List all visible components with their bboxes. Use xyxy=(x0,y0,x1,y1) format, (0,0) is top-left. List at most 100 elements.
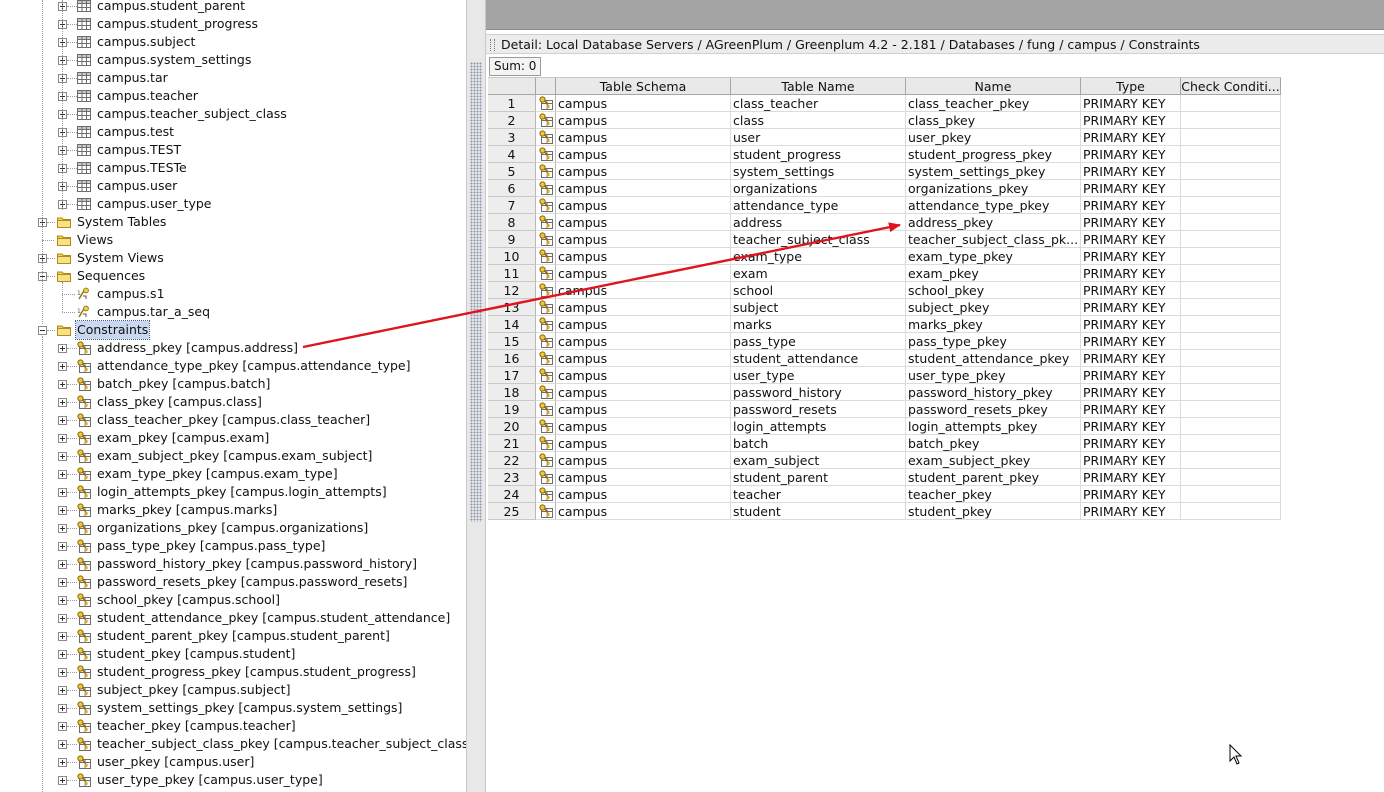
table-cell[interactable]: PRIMARY KEY xyxy=(1081,197,1181,214)
expand-toggle[interactable] xyxy=(58,560,67,569)
tree-item-sequence[interactable]: 1 campus.tar_a_seq xyxy=(76,303,211,321)
table-cell[interactable]: user xyxy=(731,129,906,146)
table-cell[interactable]: PRIMARY KEY xyxy=(1081,146,1181,163)
table-cell[interactable]: PRIMARY KEY xyxy=(1081,163,1181,180)
table-cell[interactable]: campus xyxy=(556,452,731,469)
table-cell[interactable]: school_pkey xyxy=(906,282,1081,299)
tree-item-table[interactable]: campus.TESTe xyxy=(76,159,188,177)
table-cell[interactable]: PRIMARY KEY xyxy=(1081,384,1181,401)
table-cell[interactable]: campus xyxy=(556,401,731,418)
column-header[interactable]: Table Name xyxy=(731,77,906,95)
toolbar-grip-icon[interactable] xyxy=(490,39,495,51)
table-cell[interactable]: login_attempts_pkey xyxy=(906,418,1081,435)
table-cell[interactable]: organizations xyxy=(731,180,906,197)
row-number[interactable]: 9 xyxy=(488,231,536,248)
table-cell[interactable] xyxy=(1181,350,1281,367)
row-number[interactable]: 5 xyxy=(488,163,536,180)
row-number[interactable]: 24 xyxy=(488,486,536,503)
table-cell[interactable]: campus xyxy=(556,282,731,299)
table-cell[interactable]: exam_type_pkey xyxy=(906,248,1081,265)
tree-item-table[interactable]: campus.student_progress xyxy=(76,15,259,33)
splitter-grip[interactable] xyxy=(470,62,482,522)
table-row[interactable]: 15 campus pass_type pass_type_pkey PRIMARY K… xyxy=(488,333,1281,350)
table-cell[interactable]: PRIMARY KEY xyxy=(1081,265,1181,282)
row-number[interactable]: 4 xyxy=(488,146,536,163)
folder-sequences[interactable]: Sequences xyxy=(56,267,146,285)
panel-splitter[interactable] xyxy=(466,0,486,792)
tree-item-constraint[interactable]: password_resets_pkey [campus.password_re… xyxy=(76,573,408,591)
table-cell[interactable]: campus xyxy=(556,469,731,486)
column-header[interactable]: Table Schema xyxy=(556,77,731,95)
table-cell[interactable]: campus xyxy=(556,435,731,452)
tree-item-sequence[interactable]: 1 campus.s1 xyxy=(76,285,166,303)
table-cell[interactable]: student xyxy=(731,503,906,520)
table-cell[interactable] xyxy=(1181,95,1281,112)
table-cell[interactable]: campus xyxy=(556,503,731,520)
table-cell[interactable]: user_type_pkey xyxy=(906,367,1081,384)
table-cell[interactable]: school xyxy=(731,282,906,299)
table-row[interactable]: 25 campus student student_pkey PRIMARY KEY xyxy=(488,503,1281,520)
tree-item-constraint[interactable]: pass_type_pkey [campus.pass_type] xyxy=(76,537,326,555)
table-cell[interactable]: PRIMARY KEY xyxy=(1081,486,1181,503)
tree-item-table[interactable]: campus.teacher xyxy=(76,87,199,105)
tree-item-constraint[interactable]: student_pkey [campus.student] xyxy=(76,645,296,663)
table-cell[interactable]: PRIMARY KEY xyxy=(1081,350,1181,367)
row-number[interactable]: 7 xyxy=(488,197,536,214)
table-cell[interactable]: campus xyxy=(556,486,731,503)
table-cell[interactable]: campus xyxy=(556,214,731,231)
table-cell[interactable]: address xyxy=(731,214,906,231)
expand-toggle[interactable] xyxy=(58,578,67,587)
tree-item-constraint[interactable]: user_type_pkey [campus.user_type] xyxy=(76,771,324,789)
row-number[interactable]: 23 xyxy=(488,469,536,486)
row-number[interactable]: 13 xyxy=(488,299,536,316)
expand-toggle[interactable] xyxy=(58,686,67,695)
table-cell[interactable]: campus xyxy=(556,95,731,112)
tree-item-table[interactable]: campus.student_parent xyxy=(76,0,246,15)
table-cell[interactable]: marks_pkey xyxy=(906,316,1081,333)
tree-item-constraint[interactable]: class_teacher_pkey [campus.class_teacher… xyxy=(76,411,371,429)
tree-item-constraint[interactable]: exam_pkey [campus.exam] xyxy=(76,429,270,447)
table-cell[interactable] xyxy=(1181,418,1281,435)
table-cell[interactable]: campus xyxy=(556,112,731,129)
tree-item-constraint[interactable]: school_pkey [campus.school] xyxy=(76,591,281,609)
table-cell[interactable]: attendance_type xyxy=(731,197,906,214)
table-cell[interactable]: PRIMARY KEY xyxy=(1081,129,1181,146)
row-number[interactable]: 8 xyxy=(488,214,536,231)
table-row[interactable]: 2 campus class class_pkey PRIMARY KEY xyxy=(488,112,1281,129)
table-cell[interactable]: campus xyxy=(556,350,731,367)
table-cell[interactable] xyxy=(1181,299,1281,316)
table-row[interactable]: 10 campus exam_type exam_type_pkey PRIMARY K… xyxy=(488,248,1281,265)
expand-toggle[interactable] xyxy=(58,650,67,659)
table-cell[interactable] xyxy=(1181,163,1281,180)
tree-item-constraint[interactable]: subject_pkey [campus.subject] xyxy=(76,681,291,699)
table-cell[interactable]: PRIMARY KEY xyxy=(1081,299,1181,316)
expand-toggle[interactable] xyxy=(58,506,67,515)
tree-item-constraint[interactable]: organizations_pkey [campus.organizations… xyxy=(76,519,369,537)
collapse-toggle[interactable] xyxy=(38,326,47,335)
table-row[interactable]: 17 campus user_type user_type_pkey PRIMARY K… xyxy=(488,367,1281,384)
tree-item-table[interactable]: campus.teacher_subject_class xyxy=(76,105,288,123)
table-row[interactable]: 24 campus teacher teacher_pkey PRIMARY KEY xyxy=(488,486,1281,503)
row-number-header[interactable] xyxy=(488,77,536,95)
table-row[interactable]: 14 campus marks marks_pkey PRIMARY KEY xyxy=(488,316,1281,333)
table-cell[interactable]: student_parent xyxy=(731,469,906,486)
table-row[interactable]: 21 campus batch batch_pkey PRIMARY KEY xyxy=(488,435,1281,452)
table-cell[interactable]: campus xyxy=(556,231,731,248)
table-cell[interactable] xyxy=(1181,248,1281,265)
row-number[interactable]: 20 xyxy=(488,418,536,435)
table-row[interactable]: 23 campus student_parent student_parent_pke… xyxy=(488,469,1281,486)
table-cell[interactable]: PRIMARY KEY xyxy=(1081,180,1181,197)
table-cell[interactable]: campus xyxy=(556,248,731,265)
table-row[interactable]: 5 campus system_settings system_settings_pk… xyxy=(488,163,1281,180)
table-row[interactable]: 19 campus password_resets password_resets_p… xyxy=(488,401,1281,418)
table-cell[interactable]: PRIMARY KEY xyxy=(1081,469,1181,486)
table-row[interactable]: 22 campus exam_subject exam_subject_pkey PRI… xyxy=(488,452,1281,469)
expand-toggle[interactable] xyxy=(58,344,67,353)
icon-column-header[interactable] xyxy=(536,77,556,95)
expand-toggle[interactable] xyxy=(58,380,67,389)
expand-toggle[interactable] xyxy=(58,542,67,551)
table-cell[interactable]: exam_pkey xyxy=(906,265,1081,282)
table-cell[interactable]: student_progress_pkey xyxy=(906,146,1081,163)
tree-item-constraint[interactable]: student_attendance_pkey [campus.student_… xyxy=(76,609,451,627)
table-cell[interactable]: PRIMARY KEY xyxy=(1081,316,1181,333)
